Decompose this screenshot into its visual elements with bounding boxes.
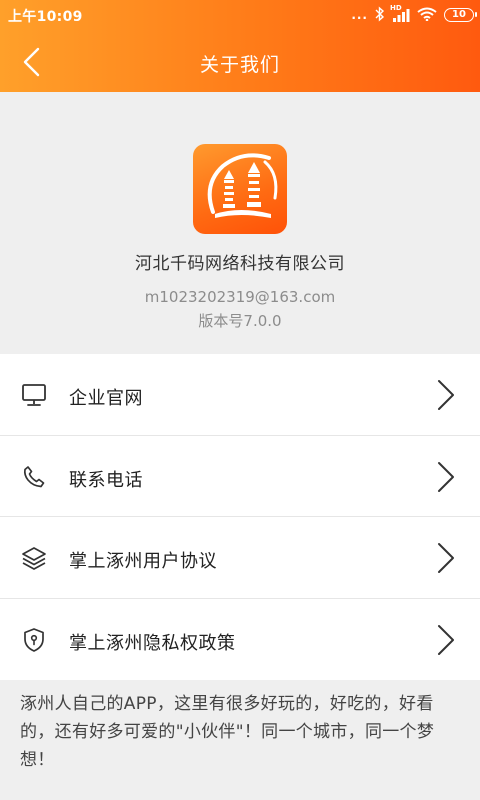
wifi-icon [417,7,437,24]
status-icons: ... HD 10 [351,4,477,25]
app-logo [193,144,287,234]
cellular-signal-icon: HD [390,4,410,22]
chevron-right-icon [438,543,454,573]
menu-item-user-agreement[interactable]: 掌上涿州用户协议 [0,517,480,599]
menu-item-contact-phone[interactable]: 联系电话 [0,436,480,517]
about-section: 河北千码网络科技有限公司 m1023202319@163.com 版本号7.0.… [0,92,480,354]
app-version: 版本号7.0.0 [198,312,282,330]
status-time: 上午10:09 [8,9,83,25]
menu-item-label: 掌上涿州用户协议 [69,551,217,572]
phone-icon [20,463,48,491]
menu-item-label: 联系电话 [69,469,143,491]
menu-item-label: 企业官网 [69,388,143,409]
monitor-icon [20,381,48,409]
menu-item-official-website[interactable]: 企业官网 [0,354,480,436]
app-header: 上午10:09 ... HD 10 关于我们 [0,0,480,92]
bluetooth-icon [375,5,385,25]
menu-item-label: 掌上涿州隐私权政策 [69,632,236,654]
nav-bar: 关于我们 [0,32,480,92]
status-bar: 上午10:09 ... HD 10 [0,0,480,30]
contact-email: m1023202319@163.com [144,288,336,306]
chevron-right-icon [438,461,454,492]
chevron-right-icon [438,624,454,655]
company-name: 河北千码网络科技有限公司 [135,254,345,274]
menu-item-privacy-policy[interactable]: 掌上涿州隐私权政策 [0,599,480,681]
shield-icon [20,626,48,654]
menu-list: 企业官网 联系电话 掌上涿州用户协议 掌上涿州隐私权政策 [0,354,480,680]
page-title: 关于我们 [199,54,280,76]
layers-icon [20,544,48,572]
battery-icon: 10 [444,8,477,22]
chevron-right-icon [438,380,454,410]
network-type-label: HD [390,4,402,12]
intro-text: 涿州人自己的APP，这里有很多好玩的，好吃的，好看的，还有好多可爱的"小伙伴"！… [20,694,435,770]
signal-dots-icon: ... [351,8,368,22]
